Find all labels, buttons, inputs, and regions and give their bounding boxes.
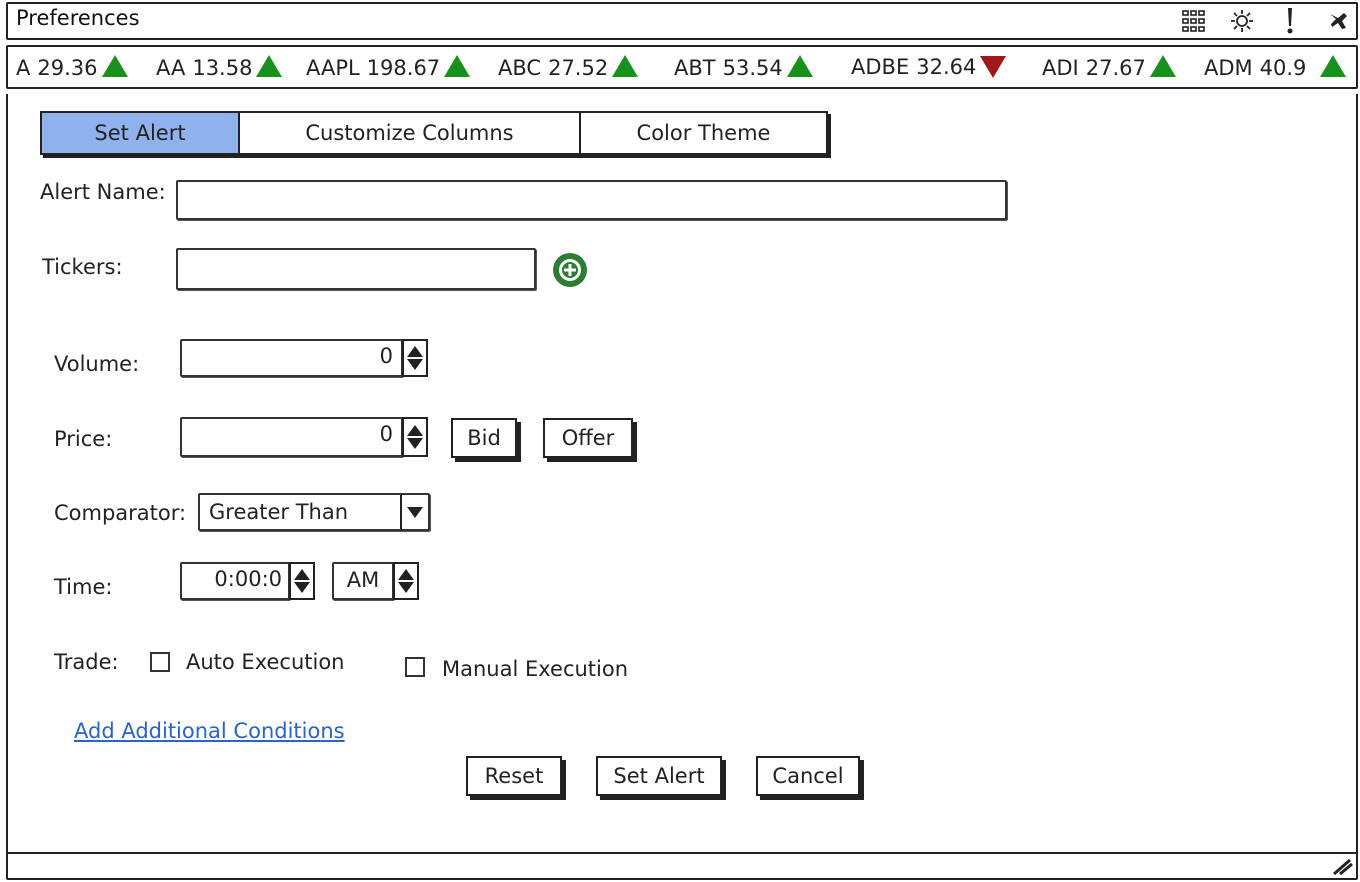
arrow-up-icon (1320, 55, 1347, 77)
stepper-down-icon (407, 359, 423, 370)
pin-icon[interactable] (1324, 8, 1352, 34)
resize-grip-icon[interactable] (1330, 856, 1354, 876)
ticker-price: 27.67 (1085, 56, 1146, 80)
offer-button[interactable]: Offer (543, 418, 633, 458)
ticker-symbol: AA (156, 56, 186, 80)
ticker-price: 198.67 (366, 56, 441, 80)
comparator-label: Comparator: (54, 501, 187, 525)
ticker-symbol: ABT (674, 56, 716, 80)
bid-button[interactable]: Bid (451, 418, 517, 458)
arrow-up-icon (612, 55, 639, 77)
ticker-price: 29.36 (37, 56, 98, 80)
ticker-price: 40.9 (1259, 56, 1307, 80)
ticker-symbol: ABC (498, 56, 542, 80)
add-ticker-button[interactable] (551, 251, 589, 289)
ticker-item-adi[interactable]: ADI 27.67 (1042, 55, 1176, 80)
price-stepper[interactable] (402, 417, 428, 457)
arrow-up-icon (444, 55, 471, 77)
time-stepper[interactable] (289, 562, 315, 600)
plus-circle-icon (553, 253, 587, 287)
stepper-down-icon (407, 438, 423, 449)
ticker-symbol: ADM (1204, 56, 1253, 80)
manual-execution-label: Manual Execution (442, 657, 629, 681)
comparator-select[interactable]: Greater Than (198, 493, 430, 531)
arrow-up-icon (1149, 55, 1176, 77)
ticker-item-adm[interactable]: ADM 40.9 (1204, 55, 1347, 80)
ticker-item-aa[interactable]: AA 13.58 (156, 55, 283, 80)
tab-customize-columns[interactable]: Customize Columns (238, 111, 581, 155)
volume-input[interactable]: 0 (180, 339, 403, 377)
window-title: Preferences (16, 6, 140, 30)
ampm-stepper[interactable] (393, 562, 419, 600)
ticker-item-a[interactable]: A 29.36 (16, 55, 128, 80)
stepper-down-icon (294, 582, 310, 593)
ticker-price: 53.54 (722, 56, 783, 80)
tab-color-theme[interactable]: Color Theme (579, 111, 828, 155)
ticker-price: 27.52 (548, 56, 609, 80)
tickers-label: Tickers: (42, 255, 123, 279)
gear-icon[interactable] (1228, 8, 1256, 34)
comparator-value: Greater Than (209, 500, 349, 524)
manual-execution-checkbox[interactable] (405, 657, 425, 677)
ampm-input[interactable]: AM (332, 562, 394, 600)
time-input[interactable]: 0:00:0 (180, 562, 290, 600)
tickers-input[interactable] (176, 248, 536, 290)
ticker-price: 32.64 (916, 55, 977, 79)
stepper-up-icon (294, 569, 310, 580)
ticker-item-abt[interactable]: ABT 53.54 (674, 55, 813, 80)
ticker-item-adbe[interactable]: ADBE 32.64 (851, 55, 1007, 79)
ticker-item-aapl[interactable]: AAPL 198.67 (306, 55, 471, 80)
alert-icon[interactable] (1276, 8, 1304, 34)
ticker-symbol: AAPL (306, 56, 360, 80)
arrow-down-icon (980, 56, 1007, 78)
auto-execution-checkbox[interactable] (150, 652, 170, 672)
trade-label: Trade: (54, 650, 119, 674)
chevron-down-icon (400, 495, 428, 529)
grid-icon[interactable] (1180, 8, 1208, 34)
alert-name-label: Alert Name: (40, 180, 166, 204)
reset-button[interactable]: Reset (466, 756, 562, 796)
ticker-symbol: ADBE (851, 55, 910, 79)
status-bar (6, 852, 1358, 880)
set-alert-button[interactable]: Set Alert (596, 756, 722, 796)
arrow-up-icon (786, 55, 813, 77)
arrow-up-icon (101, 55, 128, 77)
ticker-price: 13.58 (192, 56, 253, 80)
alert-name-input[interactable] (176, 180, 1007, 220)
ticker-item-abc[interactable]: ABC 27.52 (498, 55, 639, 80)
stepper-up-icon (407, 425, 423, 436)
stepper-up-icon (398, 569, 414, 580)
cancel-button[interactable]: Cancel (756, 756, 860, 796)
arrow-up-icon (256, 55, 283, 77)
ticker-symbol: ADI (1042, 56, 1079, 80)
add-conditions-link[interactable]: Add Additional Conditions (74, 719, 345, 743)
tab-set-alert[interactable]: Set Alert (40, 111, 240, 155)
stepper-down-icon (398, 582, 414, 593)
title-bar (6, 2, 1358, 40)
auto-execution-label: Auto Execution (186, 650, 345, 674)
volume-label: Volume: (54, 352, 140, 376)
time-label: Time: (54, 575, 113, 599)
ticker-symbol: A (16, 56, 31, 80)
price-input[interactable]: 0 (180, 417, 403, 457)
volume-stepper[interactable] (402, 339, 428, 377)
stepper-up-icon (407, 346, 423, 357)
price-label: Price: (54, 427, 113, 451)
